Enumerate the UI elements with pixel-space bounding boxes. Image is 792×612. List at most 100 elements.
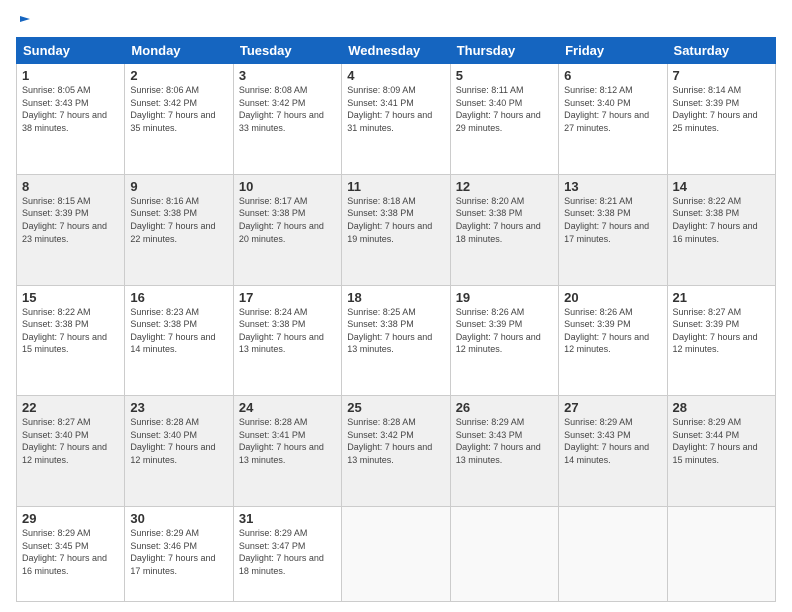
calendar-cell: 27Sunrise: 8:29 AMSunset: 3:43 PMDayligh… bbox=[559, 396, 667, 507]
day-number: 1 bbox=[22, 68, 119, 83]
calendar-cell: 1Sunrise: 8:05 AMSunset: 3:43 PMDaylight… bbox=[17, 64, 125, 175]
calendar-cell: 15Sunrise: 8:22 AMSunset: 3:38 PMDayligh… bbox=[17, 285, 125, 396]
day-number: 7 bbox=[673, 68, 770, 83]
day-info: Sunrise: 8:20 AMSunset: 3:38 PMDaylight:… bbox=[456, 195, 553, 245]
calendar-cell: 10Sunrise: 8:17 AMSunset: 3:38 PMDayligh… bbox=[233, 174, 341, 285]
day-number: 16 bbox=[130, 290, 227, 305]
day-number: 27 bbox=[564, 400, 661, 415]
calendar-cell: 7Sunrise: 8:14 AMSunset: 3:39 PMDaylight… bbox=[667, 64, 775, 175]
calendar-cell bbox=[667, 507, 775, 602]
calendar-cell: 9Sunrise: 8:16 AMSunset: 3:38 PMDaylight… bbox=[125, 174, 233, 285]
day-info: Sunrise: 8:11 AMSunset: 3:40 PMDaylight:… bbox=[456, 84, 553, 134]
day-info: Sunrise: 8:18 AMSunset: 3:38 PMDaylight:… bbox=[347, 195, 444, 245]
col-header-saturday: Saturday bbox=[667, 38, 775, 64]
calendar-cell bbox=[559, 507, 667, 602]
day-info: Sunrise: 8:29 AMSunset: 3:43 PMDaylight:… bbox=[456, 416, 553, 466]
col-header-wednesday: Wednesday bbox=[342, 38, 450, 64]
day-number: 26 bbox=[456, 400, 553, 415]
day-info: Sunrise: 8:25 AMSunset: 3:38 PMDaylight:… bbox=[347, 306, 444, 356]
calendar-header-row: SundayMondayTuesdayWednesdayThursdayFrid… bbox=[17, 38, 776, 64]
calendar-cell: 20Sunrise: 8:26 AMSunset: 3:39 PMDayligh… bbox=[559, 285, 667, 396]
day-number: 4 bbox=[347, 68, 444, 83]
calendar-week-row: 8Sunrise: 8:15 AMSunset: 3:39 PMDaylight… bbox=[17, 174, 776, 285]
col-header-friday: Friday bbox=[559, 38, 667, 64]
calendar-cell: 12Sunrise: 8:20 AMSunset: 3:38 PMDayligh… bbox=[450, 174, 558, 285]
calendar-week-row: 1Sunrise: 8:05 AMSunset: 3:43 PMDaylight… bbox=[17, 64, 776, 175]
day-info: Sunrise: 8:27 AMSunset: 3:39 PMDaylight:… bbox=[673, 306, 770, 356]
day-number: 29 bbox=[22, 511, 119, 526]
day-number: 15 bbox=[22, 290, 119, 305]
day-info: Sunrise: 8:28 AMSunset: 3:40 PMDaylight:… bbox=[130, 416, 227, 466]
calendar-cell: 18Sunrise: 8:25 AMSunset: 3:38 PMDayligh… bbox=[342, 285, 450, 396]
day-number: 30 bbox=[130, 511, 227, 526]
page: SundayMondayTuesdayWednesdayThursdayFrid… bbox=[0, 0, 792, 612]
calendar-cell: 4Sunrise: 8:09 AMSunset: 3:41 PMDaylight… bbox=[342, 64, 450, 175]
day-number: 24 bbox=[239, 400, 336, 415]
header bbox=[16, 10, 776, 31]
day-number: 9 bbox=[130, 179, 227, 194]
day-number: 12 bbox=[456, 179, 553, 194]
day-number: 19 bbox=[456, 290, 553, 305]
calendar-cell: 29Sunrise: 8:29 AMSunset: 3:45 PMDayligh… bbox=[17, 507, 125, 602]
day-info: Sunrise: 8:28 AMSunset: 3:41 PMDaylight:… bbox=[239, 416, 336, 466]
calendar-cell: 8Sunrise: 8:15 AMSunset: 3:39 PMDaylight… bbox=[17, 174, 125, 285]
calendar-cell: 5Sunrise: 8:11 AMSunset: 3:40 PMDaylight… bbox=[450, 64, 558, 175]
day-number: 23 bbox=[130, 400, 227, 415]
day-number: 2 bbox=[130, 68, 227, 83]
calendar-cell: 28Sunrise: 8:29 AMSunset: 3:44 PMDayligh… bbox=[667, 396, 775, 507]
calendar-cell: 17Sunrise: 8:24 AMSunset: 3:38 PMDayligh… bbox=[233, 285, 341, 396]
logo-flag-icon bbox=[18, 14, 32, 28]
calendar-cell: 30Sunrise: 8:29 AMSunset: 3:46 PMDayligh… bbox=[125, 507, 233, 602]
calendar-cell: 6Sunrise: 8:12 AMSunset: 3:40 PMDaylight… bbox=[559, 64, 667, 175]
day-info: Sunrise: 8:16 AMSunset: 3:38 PMDaylight:… bbox=[130, 195, 227, 245]
calendar-cell: 13Sunrise: 8:21 AMSunset: 3:38 PMDayligh… bbox=[559, 174, 667, 285]
calendar-cell: 21Sunrise: 8:27 AMSunset: 3:39 PMDayligh… bbox=[667, 285, 775, 396]
day-number: 3 bbox=[239, 68, 336, 83]
day-info: Sunrise: 8:28 AMSunset: 3:42 PMDaylight:… bbox=[347, 416, 444, 466]
day-info: Sunrise: 8:29 AMSunset: 3:47 PMDaylight:… bbox=[239, 527, 336, 577]
day-info: Sunrise: 8:24 AMSunset: 3:38 PMDaylight:… bbox=[239, 306, 336, 356]
day-info: Sunrise: 8:05 AMSunset: 3:43 PMDaylight:… bbox=[22, 84, 119, 134]
calendar-cell: 24Sunrise: 8:28 AMSunset: 3:41 PMDayligh… bbox=[233, 396, 341, 507]
day-info: Sunrise: 8:06 AMSunset: 3:42 PMDaylight:… bbox=[130, 84, 227, 134]
day-number: 6 bbox=[564, 68, 661, 83]
calendar-cell: 23Sunrise: 8:28 AMSunset: 3:40 PMDayligh… bbox=[125, 396, 233, 507]
day-number: 28 bbox=[673, 400, 770, 415]
day-number: 13 bbox=[564, 179, 661, 194]
calendar-cell: 3Sunrise: 8:08 AMSunset: 3:42 PMDaylight… bbox=[233, 64, 341, 175]
day-info: Sunrise: 8:22 AMSunset: 3:38 PMDaylight:… bbox=[673, 195, 770, 245]
day-number: 14 bbox=[673, 179, 770, 194]
day-number: 8 bbox=[22, 179, 119, 194]
col-header-monday: Monday bbox=[125, 38, 233, 64]
day-info: Sunrise: 8:09 AMSunset: 3:41 PMDaylight:… bbox=[347, 84, 444, 134]
day-number: 20 bbox=[564, 290, 661, 305]
day-number: 31 bbox=[239, 511, 336, 526]
calendar-week-row: 15Sunrise: 8:22 AMSunset: 3:38 PMDayligh… bbox=[17, 285, 776, 396]
day-info: Sunrise: 8:29 AMSunset: 3:45 PMDaylight:… bbox=[22, 527, 119, 577]
col-header-thursday: Thursday bbox=[450, 38, 558, 64]
day-info: Sunrise: 8:08 AMSunset: 3:42 PMDaylight:… bbox=[239, 84, 336, 134]
day-info: Sunrise: 8:26 AMSunset: 3:39 PMDaylight:… bbox=[456, 306, 553, 356]
day-info: Sunrise: 8:15 AMSunset: 3:39 PMDaylight:… bbox=[22, 195, 119, 245]
calendar-cell: 22Sunrise: 8:27 AMSunset: 3:40 PMDayligh… bbox=[17, 396, 125, 507]
day-number: 21 bbox=[673, 290, 770, 305]
day-info: Sunrise: 8:29 AMSunset: 3:44 PMDaylight:… bbox=[673, 416, 770, 466]
calendar-cell bbox=[342, 507, 450, 602]
calendar-cell: 31Sunrise: 8:29 AMSunset: 3:47 PMDayligh… bbox=[233, 507, 341, 602]
calendar-cell: 14Sunrise: 8:22 AMSunset: 3:38 PMDayligh… bbox=[667, 174, 775, 285]
calendar-cell: 25Sunrise: 8:28 AMSunset: 3:42 PMDayligh… bbox=[342, 396, 450, 507]
calendar-cell: 26Sunrise: 8:29 AMSunset: 3:43 PMDayligh… bbox=[450, 396, 558, 507]
day-number: 22 bbox=[22, 400, 119, 415]
calendar-week-row: 29Sunrise: 8:29 AMSunset: 3:45 PMDayligh… bbox=[17, 507, 776, 602]
day-info: Sunrise: 8:27 AMSunset: 3:40 PMDaylight:… bbox=[22, 416, 119, 466]
day-number: 25 bbox=[347, 400, 444, 415]
calendar-cell: 16Sunrise: 8:23 AMSunset: 3:38 PMDayligh… bbox=[125, 285, 233, 396]
logo bbox=[16, 10, 32, 31]
day-info: Sunrise: 8:29 AMSunset: 3:46 PMDaylight:… bbox=[130, 527, 227, 577]
calendar-week-row: 22Sunrise: 8:27 AMSunset: 3:40 PMDayligh… bbox=[17, 396, 776, 507]
day-info: Sunrise: 8:17 AMSunset: 3:38 PMDaylight:… bbox=[239, 195, 336, 245]
calendar-cell: 19Sunrise: 8:26 AMSunset: 3:39 PMDayligh… bbox=[450, 285, 558, 396]
day-info: Sunrise: 8:23 AMSunset: 3:38 PMDaylight:… bbox=[130, 306, 227, 356]
col-header-tuesday: Tuesday bbox=[233, 38, 341, 64]
day-info: Sunrise: 8:22 AMSunset: 3:38 PMDaylight:… bbox=[22, 306, 119, 356]
